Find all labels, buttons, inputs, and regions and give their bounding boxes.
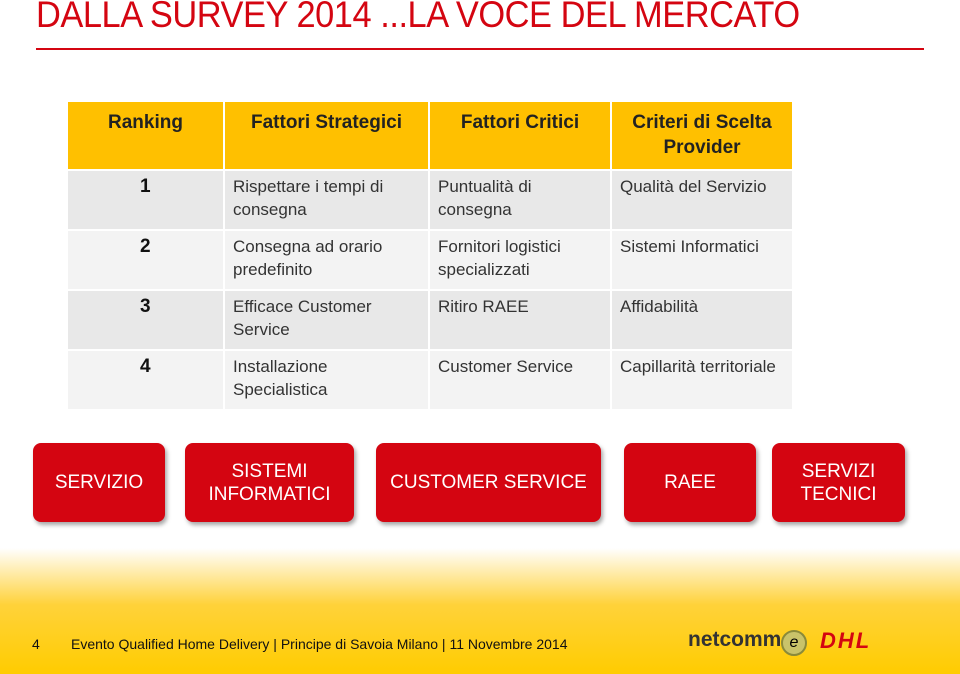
cell: Puntualità di consegna: [430, 171, 610, 229]
footer-band: [0, 548, 960, 674]
header-fattori-strategici: Fattori Strategici: [225, 102, 428, 169]
rank: 1: [68, 171, 223, 229]
page-title: DALLA SURVEY 2014 ...LA VOCE DEL MERCATO: [36, 0, 800, 35]
cell: Consegna ad orario predefinito: [225, 231, 428, 289]
cell: Efficace Customer Service: [225, 291, 428, 349]
page-number: 4: [32, 636, 40, 652]
rank: 3: [68, 291, 223, 349]
header-ranking: Ranking: [68, 102, 223, 169]
rank: 4: [68, 351, 223, 409]
cell: Rispettare i tempi di consegna: [225, 171, 428, 229]
rank: 2: [68, 231, 223, 289]
netcomm-e-seal-icon: e: [781, 630, 807, 656]
sistemi-informatici-box: SISTEMI INFORMATICI: [185, 443, 354, 522]
customer-service-box: CUSTOMER SERVICE: [376, 443, 601, 522]
servizi-tecnici-box: SERVIZI TECNICI: [772, 443, 905, 522]
cell: Affidabilità: [612, 291, 792, 349]
cell: Ritiro RAEE: [430, 291, 610, 349]
table-row: 2 Consegna ad orario predefinito Fornitori…: [68, 231, 792, 289]
servizio-box: SERVIZIO: [33, 443, 165, 522]
cell: Sistemi Informatici: [612, 231, 792, 289]
dhl-logo: DHL: [820, 628, 872, 653]
table-row: 1 Rispettare i tempi di consegna Puntualit…: [68, 171, 792, 229]
table-row: 3 Efficace Customer Service Ritiro RAEE Aff…: [68, 291, 792, 349]
title-divider: [36, 48, 924, 50]
cell: Capillarità territoriale: [612, 351, 792, 409]
raee-box: RAEE: [624, 443, 756, 522]
netcomm-logo: netcomm: [688, 628, 782, 651]
cell: Fornitori logistici specializzati: [430, 231, 610, 289]
cell: Customer Service: [430, 351, 610, 409]
footer-text: Evento Qualified Home Delivery | Princip…: [71, 636, 568, 652]
table-row: 4 Installazione Specialistica Customer Ser…: [68, 351, 792, 409]
cell: Qualità del Servizio: [612, 171, 792, 229]
cell: Installazione Specialistica: [225, 351, 428, 409]
survey-table: Ranking Fattori Strategici Fattori Criti…: [66, 100, 794, 411]
header-criteri: Criteri di Scelta Provider: [612, 102, 792, 169]
header-fattori-critici: Fattori Critici: [430, 102, 610, 169]
table-header: Ranking Fattori Strategici Fattori Criti…: [68, 102, 792, 169]
